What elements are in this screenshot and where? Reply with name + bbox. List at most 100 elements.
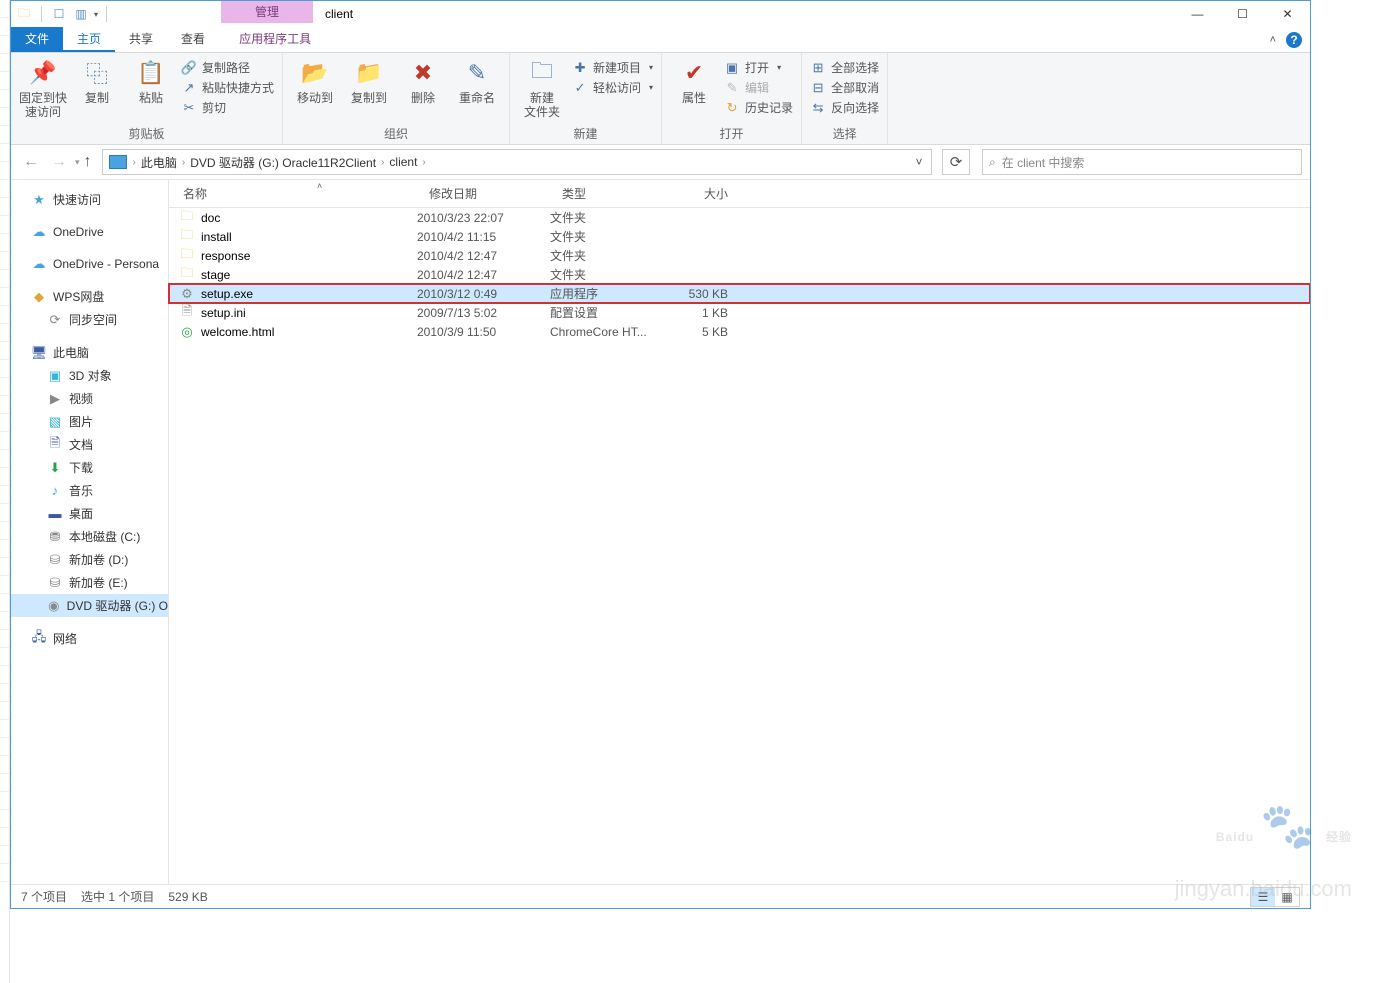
pin-to-quickaccess-button[interactable]: 📌固定到快 速访问 xyxy=(19,57,67,119)
edit-button: ✎编辑 xyxy=(724,79,793,96)
file-name: install xyxy=(201,230,232,244)
sidebar-wps[interactable]: ◆WPS网盘 xyxy=(11,285,168,308)
cut-button[interactable]: ✂剪切 xyxy=(181,99,274,116)
tab-share[interactable]: 共享 xyxy=(115,27,167,52)
sidebar-network[interactable]: 🖧网络 xyxy=(11,627,168,650)
app-icon: 🗀 xyxy=(15,5,33,23)
copy-button[interactable]: ⿻复制 xyxy=(73,57,121,105)
sidebar-videos[interactable]: ▶视频 xyxy=(11,387,168,410)
col-type[interactable]: 类型 xyxy=(550,185,660,202)
new-item-button[interactable]: ✚新建项目▾ xyxy=(572,59,653,76)
sidebar-downloads[interactable]: ⬇下载 xyxy=(11,456,168,479)
cloud-icon: ☁ xyxy=(31,224,47,240)
easy-access-button[interactable]: ✓轻松访问▾ xyxy=(572,79,653,96)
nav-sidebar: ★快速访问 ☁OneDrive ☁OneDrive - Persona ◆WPS… xyxy=(11,180,169,884)
file-row[interactable]: 🗀doc2010/3/23 22:07文件夹 xyxy=(169,208,1310,227)
nav-history-dropdown[interactable]: ▾ xyxy=(75,157,80,168)
crumb-pc[interactable]: 此电脑 xyxy=(138,154,180,171)
tab-view[interactable]: 查看 xyxy=(167,27,219,52)
sidebar-quick-access[interactable]: ★快速访问 xyxy=(11,188,168,211)
qat-newfolder-icon[interactable]: ▥ xyxy=(72,5,90,23)
rename-button[interactable]: ✎重命名 xyxy=(453,57,501,105)
crumb-drive[interactable]: DVD 驱动器 (G:) Oracle11R2Client xyxy=(187,154,379,171)
drive-icon: ⛁ xyxy=(47,575,63,591)
file-size: 5 KB xyxy=(660,325,738,339)
breadcrumb-sep[interactable]: › xyxy=(180,157,187,168)
crumb-folder[interactable]: client xyxy=(386,155,420,169)
maximize-button[interactable]: ☐ xyxy=(1220,1,1265,27)
move-to-button[interactable]: 📂移动到 xyxy=(291,57,339,105)
sidebar-pictures[interactable]: ▧图片 xyxy=(11,410,168,433)
col-date[interactable]: 修改日期 xyxy=(417,185,550,202)
breadcrumb-sep[interactable]: › xyxy=(379,157,386,168)
sidebar-dvd-g[interactable]: ◉DVD 驱动器 (G:) O xyxy=(11,594,168,617)
file-type: ChromeCore HT... xyxy=(550,325,660,339)
tab-apptools[interactable]: 应用程序工具 xyxy=(225,27,325,52)
sidebar-music[interactable]: ♪音乐 xyxy=(11,479,168,502)
music-icon: ♪ xyxy=(47,483,63,499)
sort-indicator-icon: ˄ xyxy=(317,181,322,191)
address-bar[interactable]: › 此电脑 › DVD 驱动器 (G:) Oracle11R2Client › … xyxy=(102,149,932,175)
tab-home[interactable]: 主页 xyxy=(63,27,115,52)
copy-to-button[interactable]: 📁复制到 xyxy=(345,57,393,105)
file-row[interactable]: ◎welcome.html2010/3/9 11:50ChromeCore HT… xyxy=(169,322,1310,341)
search-box[interactable]: ⌕ 在 client 中搜索 xyxy=(982,149,1302,175)
history-button[interactable]: ↻历史记录 xyxy=(724,99,793,116)
nav-up-button[interactable]: ↑ xyxy=(84,153,92,171)
explorer-window: 🗀 ☐ ▥ ▾ 管理 client — ☐ ✕ 文件 主页 共享 查看 应用程序… xyxy=(10,0,1311,909)
help-icon[interactable]: ? xyxy=(1286,32,1302,48)
file-rows-container: 🗀doc2010/3/23 22:07文件夹🗀install2010/4/2 1… xyxy=(169,208,1310,884)
tab-file[interactable]: 文件 xyxy=(11,27,63,52)
sidebar-this-pc[interactable]: 🖥此电脑 xyxy=(11,341,168,364)
file-row[interactable]: ⚙setup.exe2010/3/12 0:49应用程序530 KB xyxy=(169,284,1310,303)
sidebar-documents[interactable]: 🗎文档 xyxy=(11,433,168,456)
breadcrumb-sep[interactable]: › xyxy=(131,157,138,168)
select-all-button[interactable]: ⊞全部选择 xyxy=(810,59,879,76)
sidebar-onedrive-personal[interactable]: ☁OneDrive - Persona xyxy=(11,253,168,275)
sidebar-disk-c[interactable]: ⛃本地磁盘 (C:) xyxy=(11,525,168,548)
close-button[interactable]: ✕ xyxy=(1265,1,1310,27)
search-placeholder: 在 client 中搜索 xyxy=(1002,154,1085,171)
refresh-button[interactable]: ⟳ xyxy=(942,149,970,175)
sidebar-3d-objects[interactable]: ▣3D 对象 xyxy=(11,364,168,387)
video-icon: ▶ xyxy=(47,391,63,407)
breadcrumb-sep[interactable]: › xyxy=(420,157,427,168)
paste-shortcut-button[interactable]: ↗粘贴快捷方式 xyxy=(181,79,274,96)
col-size[interactable]: 大小 xyxy=(660,185,738,202)
copy-path-button[interactable]: 🔗复制路径 xyxy=(181,59,274,76)
new-folder-button[interactable]: 🗀新建 文件夹 xyxy=(518,57,566,119)
sidebar-disk-d[interactable]: ⛁新加卷 (D:) xyxy=(11,548,168,571)
sidebar-sync-space[interactable]: ⟳同步空间 xyxy=(11,308,168,331)
qat-properties-icon[interactable]: ☐ xyxy=(50,5,68,23)
file-icon: 🗀 xyxy=(179,210,195,226)
open-button[interactable]: ▣打开▾ xyxy=(724,59,793,76)
minimize-button[interactable]: — xyxy=(1175,1,1220,27)
qat-dropdown-icon[interactable]: ▾ xyxy=(94,10,98,19)
window-title: client xyxy=(325,7,353,21)
sync-icon: ⟳ xyxy=(47,312,63,328)
status-size: 529 KB xyxy=(168,890,207,904)
view-icons-button[interactable]: ▦ xyxy=(1275,888,1299,906)
file-list-pane: ˄ 名称 修改日期 类型 大小 🗀doc2010/3/23 22:07文件夹🗀i… xyxy=(169,180,1310,884)
select-none-button[interactable]: ⊟全部取消 xyxy=(810,79,879,96)
sidebar-desktop[interactable]: ▬桌面 xyxy=(11,502,168,525)
ribbon-collapse-icon[interactable]: ˄ xyxy=(1270,34,1276,46)
properties-button[interactable]: ✔属性 xyxy=(670,57,718,105)
sidebar-disk-e[interactable]: ⛁新加卷 (E:) xyxy=(11,571,168,594)
invert-selection-button[interactable]: ⇆反向选择 xyxy=(810,99,879,116)
status-bar: 7 个项目 选中 1 个项目 529 KB ☰ ▦ xyxy=(11,884,1310,908)
file-row[interactable]: 🗀response2010/4/2 12:47文件夹 xyxy=(169,246,1310,265)
address-dropdown-icon[interactable]: ˅ xyxy=(909,155,929,169)
nav-back-button[interactable]: ← xyxy=(19,150,43,174)
col-name[interactable]: 名称 xyxy=(169,185,417,202)
view-details-button[interactable]: ☰ xyxy=(1251,888,1275,906)
file-icon: ◎ xyxy=(179,324,195,340)
cloud-icon: ☁ xyxy=(31,256,47,272)
paste-button[interactable]: 📋粘贴 xyxy=(127,57,175,105)
sidebar-onedrive[interactable]: ☁OneDrive xyxy=(11,221,168,243)
file-row[interactable]: 🗀stage2010/4/2 12:47文件夹 xyxy=(169,265,1310,284)
file-row[interactable]: 🗎setup.ini2009/7/13 5:02配置设置1 KB xyxy=(169,303,1310,322)
delete-button[interactable]: ✖删除 xyxy=(399,57,447,105)
file-type: 文件夹 xyxy=(550,266,660,283)
file-row[interactable]: 🗀install2010/4/2 11:15文件夹 xyxy=(169,227,1310,246)
